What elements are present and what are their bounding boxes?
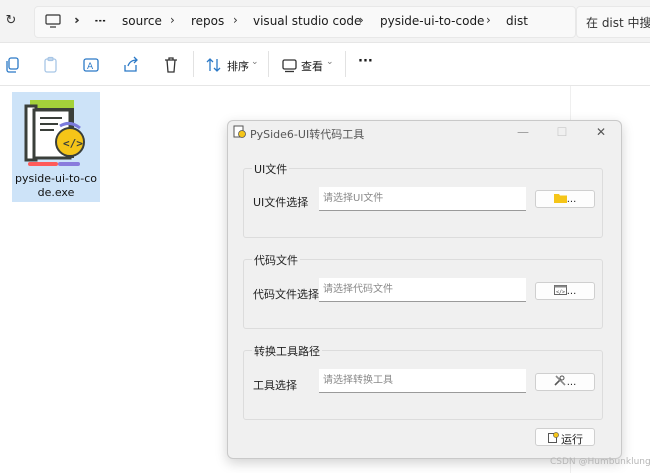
toolbar-divider	[345, 51, 346, 77]
svg-text:</>: </>	[556, 290, 565, 296]
code-file-label: 代码文件选择	[253, 288, 319, 301]
command-bar: A 排序 ⌄ 查看 ⌄ ···	[0, 43, 650, 86]
computer-icon	[45, 14, 61, 28]
code-file-icon: </>	[553, 285, 567, 296]
code-file-browse-label: ...	[566, 286, 577, 297]
minimize-button[interactable]: —	[513, 124, 533, 140]
file-name-line-1: pyside-ui-to-co	[15, 172, 97, 185]
chevron-right-icon: ›	[170, 13, 175, 27]
rename-icon[interactable]: A	[82, 56, 100, 74]
run-label: 运行	[561, 433, 583, 446]
svg-text:</>: </>	[63, 137, 83, 150]
delete-icon[interactable]	[162, 56, 180, 74]
view-button[interactable]: 查看	[301, 58, 323, 74]
chevron-right-icon: ›	[486, 13, 491, 27]
breadcrumb-repos[interactable]: repos	[191, 14, 224, 28]
breadcrumb-overflow-label[interactable]: ···	[94, 14, 105, 28]
more-options-button[interactable]: ···	[358, 54, 373, 69]
code-file-input[interactable]	[319, 278, 526, 302]
tool-browse-label: ...	[566, 377, 577, 388]
ui-file-group-title: UI文件	[252, 161, 290, 177]
copy-icon[interactable]	[4, 56, 22, 74]
chevron-right-icon: ›	[74, 13, 79, 27]
code-file-group-title: 代码文件	[252, 252, 300, 268]
tools-icon	[554, 375, 566, 386]
tool-input[interactable]	[319, 369, 526, 393]
dialog-title: PySide6-UI转代码工具	[250, 128, 365, 141]
chevron-right-icon: ›	[359, 13, 364, 27]
file-name[interactable]: pyside-ui-to-co de.exe	[12, 172, 100, 200]
chevron-down-icon: ⌄	[326, 57, 334, 67]
folder-icon	[553, 194, 567, 203]
view-icon[interactable]	[281, 57, 299, 75]
toolbar-divider	[193, 51, 194, 77]
breadcrumb-visual-studio-code[interactable]: visual studio code	[253, 14, 361, 28]
run-icon	[548, 432, 559, 443]
search-placeholder[interactable]: 在 dist 中搜索	[586, 14, 650, 31]
sort-icon[interactable]	[205, 56, 223, 74]
app-title-icon	[233, 125, 246, 138]
breadcrumb-dist[interactable]: dist	[506, 14, 528, 28]
svg-text:A: A	[87, 62, 94, 72]
breadcrumb-pyside-ui-to-code[interactable]: pyside-ui-to-code	[380, 14, 484, 28]
refresh-icon[interactable]: ↻	[3, 13, 19, 29]
file-name-line-2: de.exe	[37, 186, 75, 199]
chevron-right-icon: ›	[233, 13, 238, 27]
ui-file-browse-label: ...	[566, 194, 577, 205]
maximize-button[interactable]: ☐	[552, 124, 572, 140]
close-button[interactable]: ✕	[591, 124, 611, 140]
breadcrumb-source[interactable]: source	[122, 14, 162, 28]
toolbar-divider	[268, 51, 269, 77]
tool-label: 工具选择	[253, 379, 297, 392]
tool-path-group-title: 转换工具路径	[252, 343, 322, 359]
ui-file-input[interactable]	[319, 187, 526, 211]
watermark: CSDN @Humbunklung	[550, 457, 650, 467]
paste-icon[interactable]	[42, 56, 60, 74]
share-icon[interactable]	[122, 56, 140, 74]
sort-button[interactable]: 排序	[227, 58, 249, 74]
chevron-down-icon: ⌄	[251, 57, 259, 67]
run-button[interactable]: 运行	[535, 428, 595, 446]
app-icon[interactable]: </>	[22, 96, 90, 170]
tool-browse-button[interactable]: ...	[535, 373, 595, 391]
ui-file-label: UI文件选择	[253, 196, 309, 209]
code-file-browse-button[interactable]: </> ...	[535, 282, 595, 300]
ui-file-browse-button[interactable]: ...	[535, 190, 595, 208]
